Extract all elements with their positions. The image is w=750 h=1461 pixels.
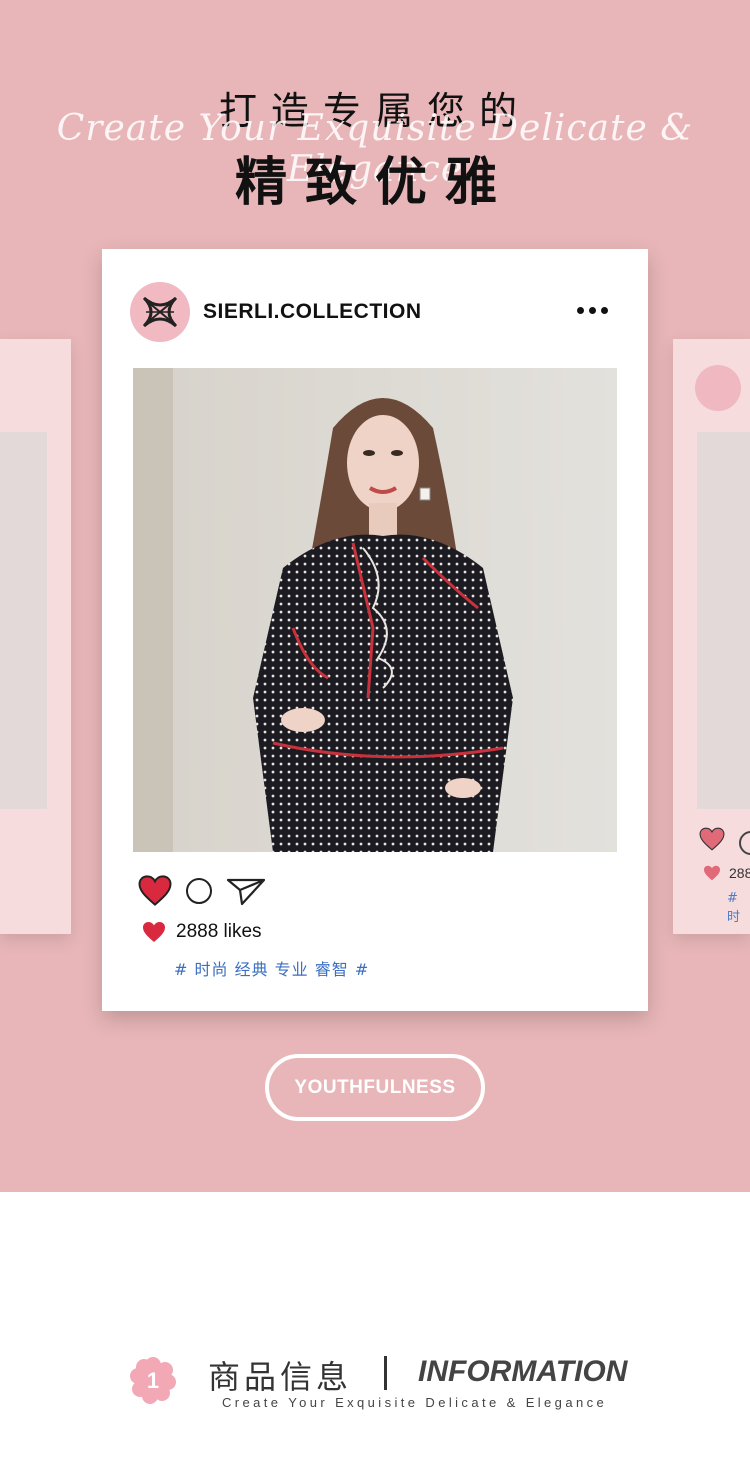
likes-count: 2888 likes [176, 921, 262, 942]
hashtags[interactable]: # 时尚 经典 专业 睿智 # [174, 956, 369, 980]
post-actions [138, 875, 266, 906]
flower-number-badge: 1 [130, 1357, 176, 1404]
send-icon[interactable] [226, 876, 266, 906]
brand-avatar[interactable] [130, 282, 190, 342]
side-card-left [0, 339, 71, 934]
comment-icon [739, 831, 750, 855]
heart-icon [699, 827, 725, 851]
side-card-right: 2888 # 时 [673, 339, 750, 934]
account-name[interactable]: SIERLI.COLLECTION [203, 300, 422, 324]
more-dots-icon[interactable] [577, 307, 608, 314]
section-divider [384, 1356, 387, 1390]
youthfulness-badge[interactable]: YOUTHFULNESS [265, 1054, 485, 1121]
section-title-cn: 商品信息 [208, 1358, 353, 1396]
section-title-en: INFORMATION [418, 1355, 628, 1388]
side-card-logo [695, 365, 741, 411]
likes-row: 2888 likes [142, 921, 262, 943]
heart-icon [143, 922, 165, 942]
badge-label: YOUTHFULNESS [294, 1076, 456, 1098]
side-card-photo-placeholder [697, 432, 750, 809]
comment-icon[interactable] [186, 877, 212, 904]
side-card-likes: 2888 [729, 865, 750, 881]
section-subtitle: Create Your Exquisite Delicate & Eleganc… [222, 1395, 608, 1410]
post-photo [133, 368, 617, 852]
side-card-tags: # 时 [727, 891, 741, 925]
section-number: 1 [147, 1368, 159, 1393]
post-card: SIERLI.COLLECTION 2888 likes # 时尚 经典 专业 … [102, 249, 648, 1011]
brand-logo-icon [142, 296, 178, 328]
headline-line-2: 精致优雅 [234, 153, 515, 213]
heart-icon [704, 865, 720, 881]
model-photo-illustration [133, 368, 617, 852]
heart-icon[interactable] [138, 875, 172, 906]
side-card-photo-placeholder [0, 432, 47, 809]
